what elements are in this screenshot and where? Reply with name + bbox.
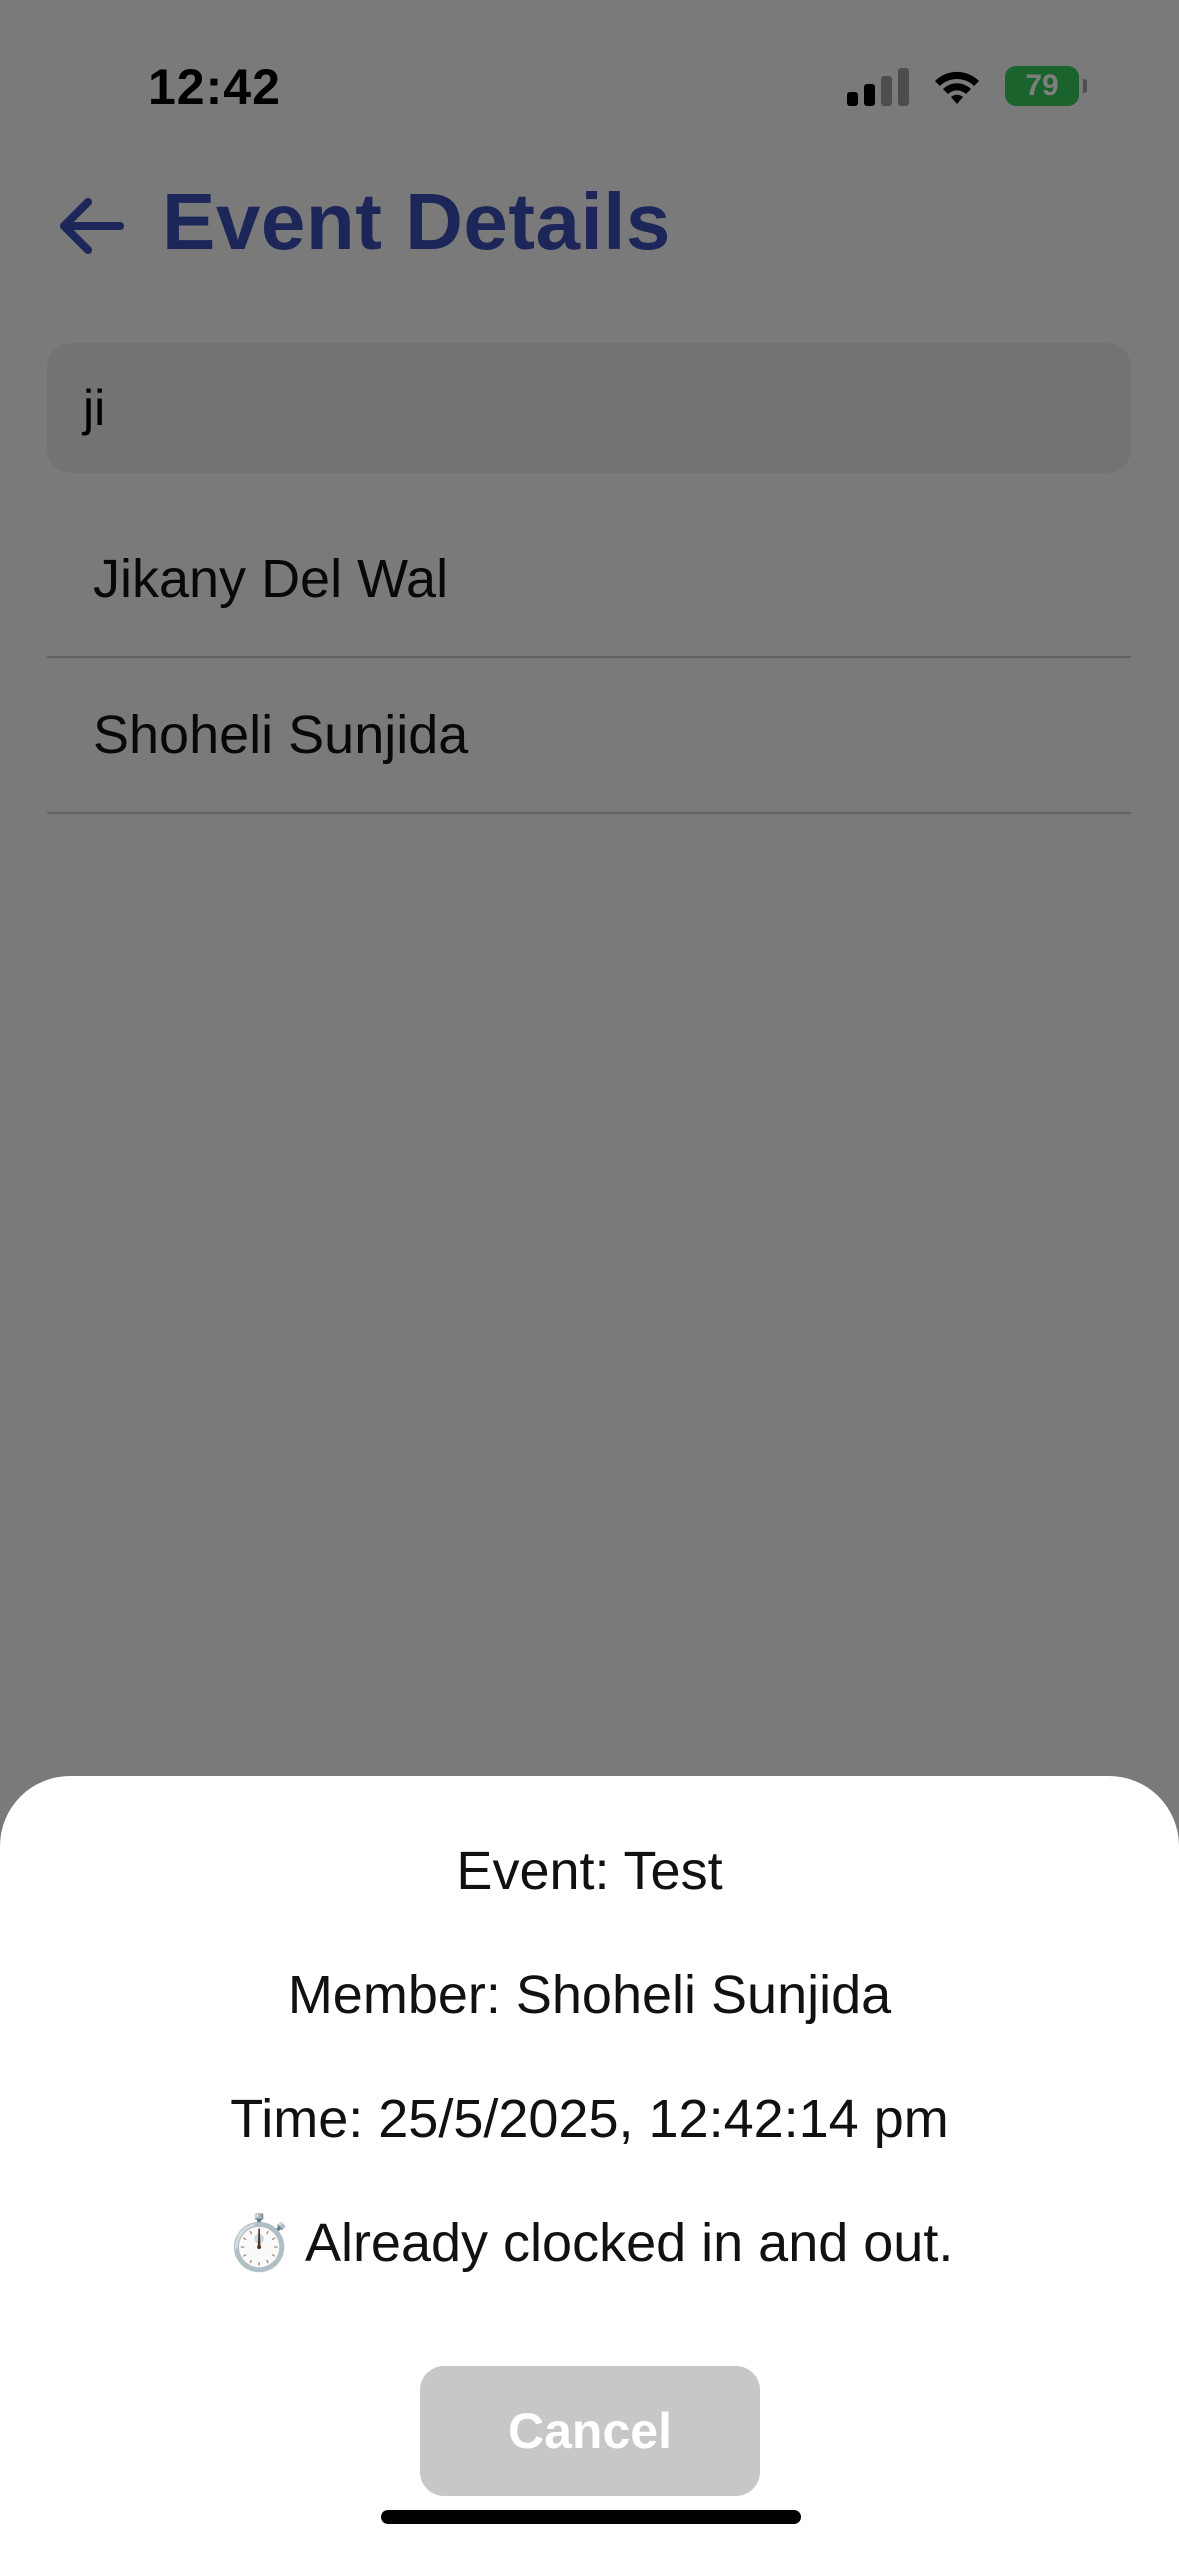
time-line: Time: 25/5/2025, 12:42:14 pm	[230, 2089, 949, 2149]
status-line: ⏱️ Already clocked in and out.	[0, 2212, 1179, 2275]
stopwatch-icon: ⏱️	[225, 2213, 293, 2273]
status-message: Already clocked in and out.	[304, 2213, 954, 2273]
event-line: Event: Test	[456, 1841, 723, 1901]
clock-result-sheet: Event: Test Member: Shoheli Sunjida Time…	[0, 1776, 1179, 2556]
home-indicator[interactable]	[381, 2510, 801, 2524]
member-line: Member: Shoheli Sunjida	[287, 1965, 892, 2025]
cancel-button[interactable]: Cancel	[420, 2366, 760, 2496]
